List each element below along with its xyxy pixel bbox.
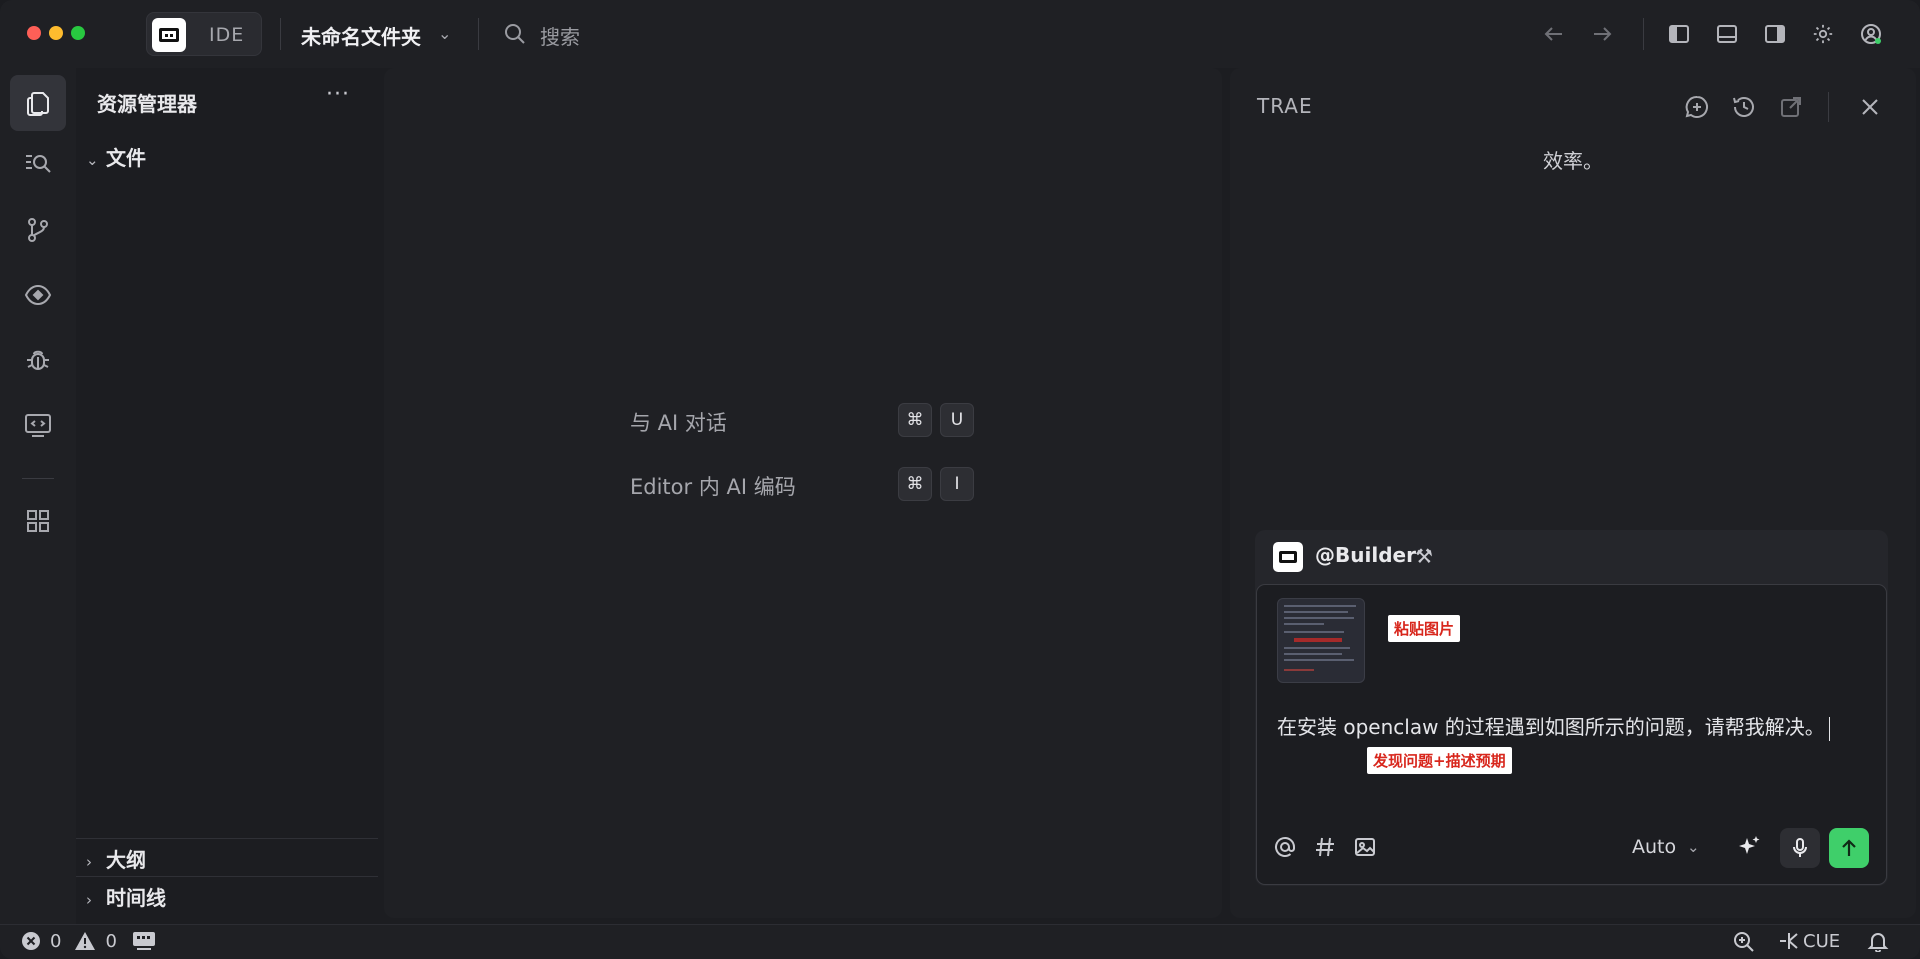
debug-icon[interactable] xyxy=(10,332,66,388)
open-external-icon[interactable] xyxy=(1777,93,1805,121)
previous-message-tail: 效率。 xyxy=(1543,149,1603,173)
message-text: 在安装 openclaw 的过程遇到如图所示的问题，请帮我解决。 xyxy=(1277,711,1862,743)
text-caret xyxy=(1828,716,1830,741)
timeline-section-label: 时间线 xyxy=(106,886,166,910)
ide-mode-label: IDE xyxy=(209,24,245,46)
activity-bar xyxy=(0,68,76,924)
model-select[interactable]: Auto xyxy=(1632,836,1676,858)
problems-indicator[interactable]: 0 0 xyxy=(20,930,157,952)
warning-icon xyxy=(75,932,96,950)
history-icon[interactable] xyxy=(1730,93,1758,121)
inline-ai-hint-label: Editor 内 AI 编码 xyxy=(630,475,796,499)
shortcut-key: ⌘ xyxy=(898,403,932,437)
remote-icon[interactable] xyxy=(10,397,66,453)
chevron-right-icon: › xyxy=(86,853,92,871)
divider xyxy=(1643,18,1644,50)
chevron-down-icon: ⌄ xyxy=(86,151,99,169)
app-window: IDE 未命名文件夹 ⌄ 搜索 资源管理器 ··· ⌄ 文件 › 大纲 › 时间… xyxy=(0,0,1920,959)
send-button[interactable] xyxy=(1829,828,1869,868)
zoom-icon[interactable] xyxy=(1732,930,1756,954)
cue-label: CUE xyxy=(1803,930,1841,952)
attached-image-thumbnail[interactable] xyxy=(1277,598,1365,683)
folder-name[interactable]: 未命名文件夹 xyxy=(301,21,421,50)
files-section-header[interactable]: ⌄ 文件 xyxy=(86,142,146,171)
extensions-icon[interactable] xyxy=(10,493,66,549)
error-count: 0 xyxy=(50,930,62,952)
ide-mode-switch[interactable]: IDE xyxy=(146,12,262,56)
trae-logo-icon xyxy=(152,18,186,52)
close-window-button[interactable] xyxy=(27,26,41,40)
gear-icon[interactable] xyxy=(1809,20,1837,48)
chat-input[interactable]: 粘贴图片 在安装 openclaw 的过程遇到如图所示的问题，请帮我解决。 发现… xyxy=(1256,584,1887,885)
minimize-window-button[interactable] xyxy=(49,26,63,40)
shortcut-key: I xyxy=(940,467,974,501)
divider xyxy=(478,18,479,50)
search-icon[interactable] xyxy=(10,135,66,191)
sparkle-icon[interactable] xyxy=(1734,832,1764,862)
divider xyxy=(1828,92,1829,122)
divider xyxy=(280,18,281,50)
account-icon[interactable] xyxy=(1857,20,1885,48)
tools-icon[interactable]: ⚒ xyxy=(1415,544,1433,568)
chevron-down-icon[interactable]: ⌄ xyxy=(438,24,451,43)
mention-icon[interactable] xyxy=(1270,832,1300,862)
error-icon xyxy=(22,932,40,950)
shortcut-key: ⌘ xyxy=(898,467,932,501)
status-bar: 0 0 CUE xyxy=(0,924,1920,959)
warning-count: 0 xyxy=(105,930,117,952)
builder-agent-icon xyxy=(1273,542,1303,572)
divider xyxy=(76,838,378,839)
search-icon[interactable] xyxy=(503,22,527,46)
hash-icon[interactable] xyxy=(1310,832,1340,862)
editor-area[interactable]: 与 AI 对话 ⌘ U Editor 内 AI 编码 ⌘ I xyxy=(384,68,1222,918)
chat-composer: @Builder ⚒ 粘贴图片 在安装 openclaw 的过程遇到如图所示的问… xyxy=(1255,530,1888,886)
outline-section-header[interactable]: › 大纲 xyxy=(86,844,146,873)
divider xyxy=(22,478,54,479)
maximize-window-button[interactable] xyxy=(71,26,85,40)
cue-icon xyxy=(1780,933,1798,949)
new-chat-icon[interactable] xyxy=(1683,93,1711,121)
toggle-right-sidebar-icon[interactable] xyxy=(1761,20,1789,48)
toggle-left-sidebar-icon[interactable] xyxy=(1665,20,1693,48)
ai-chat-panel: TRAE 效率。 @Builder ⚒ 粘贴图片 在安装 openclaw 的过… xyxy=(1230,68,1916,918)
timeline-section-header[interactable]: › 时间线 xyxy=(86,882,166,911)
cue-toggle[interactable]: CUE xyxy=(1778,930,1840,952)
toggle-panel-icon[interactable] xyxy=(1713,20,1741,48)
message-content: 在安装 openclaw 的过程遇到如图所示的问题，请帮我解决。 xyxy=(1277,715,1825,739)
explorer-sidebar: 资源管理器 ··· ⌄ 文件 › 大纲 › 时间线 xyxy=(76,68,378,916)
close-icon[interactable] xyxy=(1856,93,1884,121)
shortcut-key: U xyxy=(940,403,974,437)
chevron-right-icon: › xyxy=(86,891,92,909)
image-icon[interactable] xyxy=(1350,832,1380,862)
agent-selector[interactable]: @Builder ⚒ xyxy=(1255,530,1888,582)
microphone-icon[interactable] xyxy=(1780,828,1820,868)
chevron-down-icon[interactable]: ⌄ xyxy=(1687,838,1700,856)
files-section-label: 文件 xyxy=(106,146,146,170)
explorer-title: 资源管理器 xyxy=(97,92,197,116)
annotation-label: 粘贴图片 xyxy=(1388,615,1461,642)
back-arrow-icon[interactable] xyxy=(1540,20,1568,48)
forward-arrow-icon[interactable] xyxy=(1588,20,1616,48)
outline-section-label: 大纲 xyxy=(106,848,146,872)
divider xyxy=(76,876,378,877)
chat-hint-label: 与 AI 对话 xyxy=(630,411,727,435)
bell-icon[interactable] xyxy=(1867,930,1889,952)
search-box[interactable]: 搜索 xyxy=(540,21,580,50)
title-bar: IDE 未命名文件夹 ⌄ 搜索 xyxy=(0,0,1920,68)
more-actions-icon[interactable]: ··· xyxy=(326,82,350,107)
preview-icon[interactable] xyxy=(10,267,66,323)
source-control-icon[interactable] xyxy=(10,202,66,258)
terminal-icon[interactable] xyxy=(131,930,157,952)
panel-title: TRAE xyxy=(1257,94,1313,118)
annotation-label: 发现问题+描述预期 xyxy=(1367,747,1512,774)
agent-name: @Builder xyxy=(1315,543,1416,567)
explorer-icon[interactable] xyxy=(10,75,66,131)
